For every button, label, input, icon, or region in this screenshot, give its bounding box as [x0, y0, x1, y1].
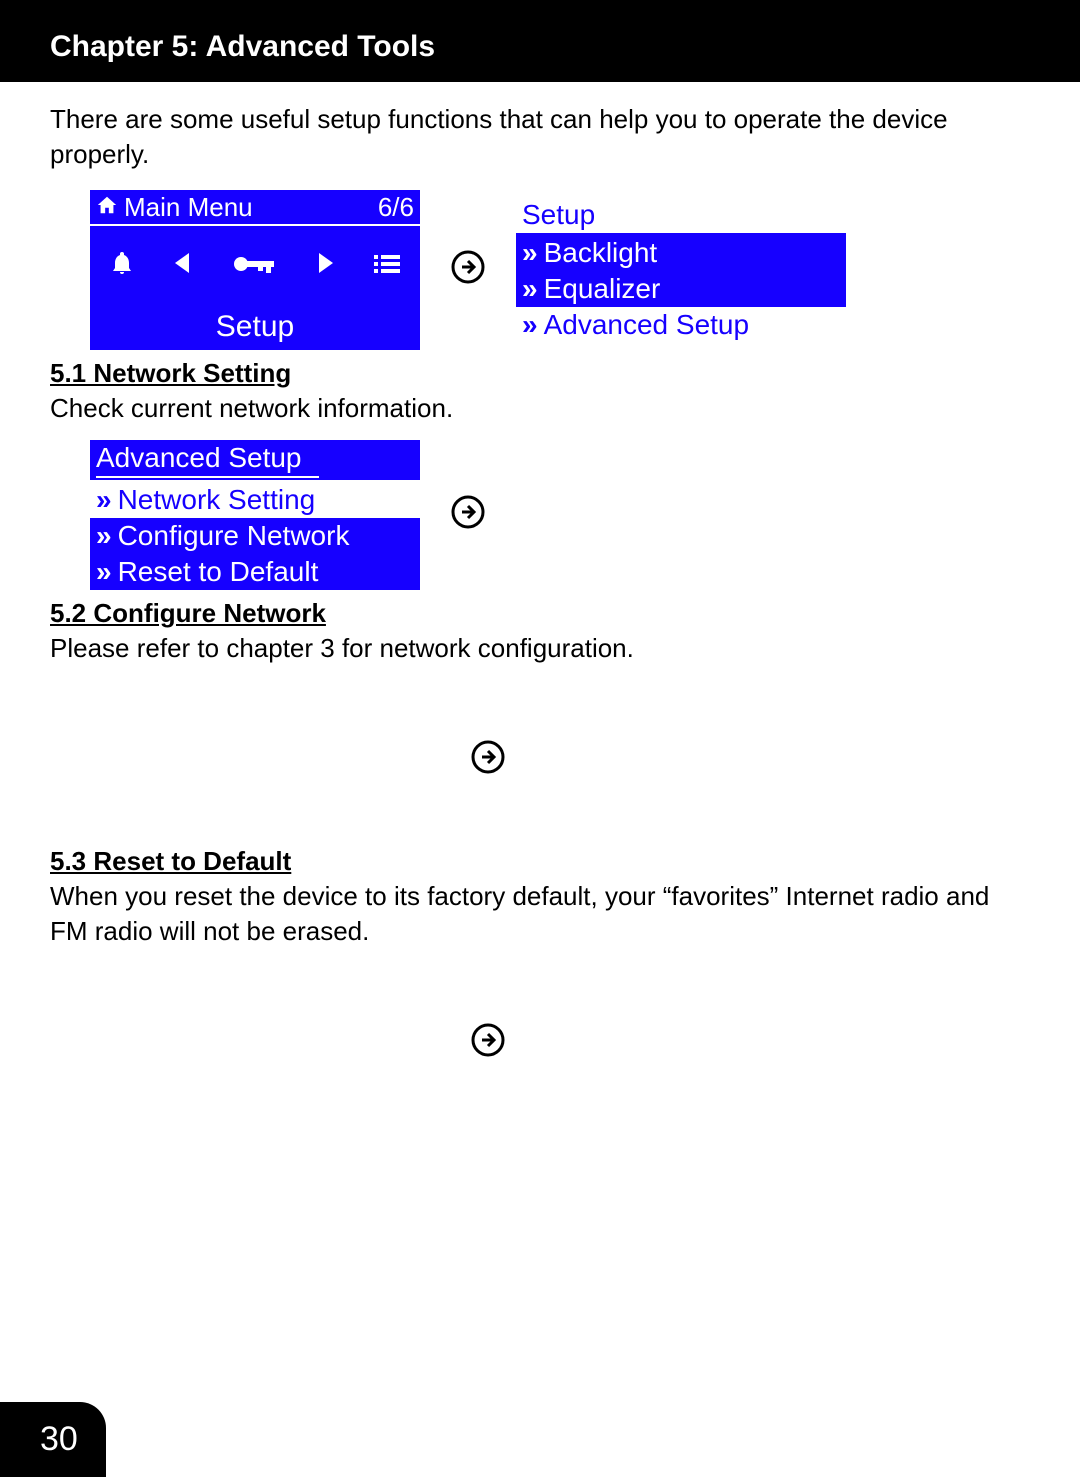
- section-5-2-heading: 5.2 Configure Network: [50, 598, 1030, 629]
- advanced-setup-head: Advanced Setup: [90, 440, 420, 482]
- section-5-3-heading: 5.3 Reset to Default: [50, 846, 1030, 877]
- advanced-setup-item-label: Network Setting: [118, 484, 316, 516]
- row-main-to-setup: Main Menu 6/6: [90, 190, 1030, 350]
- setup-list-screen: Setup » Backlight » Equalizer » Advanced…: [516, 197, 846, 343]
- page-content: There are some useful setup functions th…: [0, 82, 1080, 1124]
- page-number: 30: [0, 1402, 106, 1477]
- row-5-2-arrow: [90, 680, 1030, 840]
- prev-icon: [173, 250, 193, 282]
- advanced-setup-item-label: Configure Network: [118, 520, 350, 552]
- chapter-header: Chapter 5: Advanced Tools: [0, 0, 1080, 82]
- chevron-right-icon: »: [96, 556, 106, 588]
- bell-icon: [110, 250, 134, 283]
- setup-list-item: » Backlight: [516, 235, 846, 271]
- advanced-setup-head-label: Advanced Setup: [96, 442, 302, 473]
- chevron-right-icon: »: [96, 520, 106, 552]
- chapter-title: Chapter 5: Advanced Tools: [50, 30, 435, 63]
- section-5-1-body: Check current network information.: [50, 391, 1030, 426]
- section-5-3-body: When you reset the device to its factory…: [50, 879, 1030, 949]
- arrow-right-icon: [470, 739, 506, 782]
- home-icon: [96, 192, 118, 223]
- setup-list-item-label: Equalizer: [544, 273, 661, 305]
- arrow-right-icon: [470, 1022, 506, 1065]
- advanced-setup-item: » Configure Network: [90, 518, 420, 554]
- section-5-2-body: Please refer to chapter 3 for network co…: [50, 631, 1030, 666]
- advanced-setup-item: » Reset to Default: [90, 554, 420, 590]
- chevron-right-icon: »: [522, 237, 532, 269]
- main-menu-counter: 6/6: [378, 192, 414, 223]
- setup-list-item: » Equalizer: [516, 271, 846, 307]
- advanced-setup-item-label: Reset to Default: [118, 556, 319, 588]
- chevron-right-icon: »: [522, 309, 532, 341]
- chevron-right-icon: »: [96, 484, 106, 516]
- list-icon: [374, 250, 400, 282]
- setup-list-item-selected: » Advanced Setup: [516, 307, 846, 343]
- row-advanced-setup: Advanced Setup » Network Setting » Confi…: [90, 440, 1030, 590]
- setup-list-item-label: Advanced Setup: [544, 309, 750, 341]
- advanced-setup-screen: Advanced Setup » Network Setting » Confi…: [90, 440, 420, 590]
- setup-list-head: Setup: [516, 197, 846, 235]
- main-menu-footer: Setup: [90, 306, 420, 350]
- main-menu-iconrow: [90, 226, 420, 306]
- arrow-right-icon: [450, 249, 486, 292]
- main-menu-title: Main Menu: [124, 192, 253, 223]
- arrow-right-icon: [450, 494, 486, 537]
- intro-text: There are some useful setup functions th…: [50, 102, 1030, 172]
- main-menu-screen: Main Menu 6/6: [90, 190, 420, 350]
- advanced-setup-item-selected: » Network Setting: [90, 482, 420, 518]
- row-5-3-arrow: [90, 964, 1030, 1124]
- setup-list-item-label: Backlight: [544, 237, 658, 269]
- chevron-right-icon: »: [522, 273, 532, 305]
- main-menu-titlebar: Main Menu 6/6: [90, 190, 420, 226]
- page-number-text: 30: [40, 1420, 78, 1458]
- section-5-1-heading: 5.1 Network Setting: [50, 358, 1030, 389]
- next-icon: [315, 250, 335, 282]
- key-icon: [232, 250, 276, 282]
